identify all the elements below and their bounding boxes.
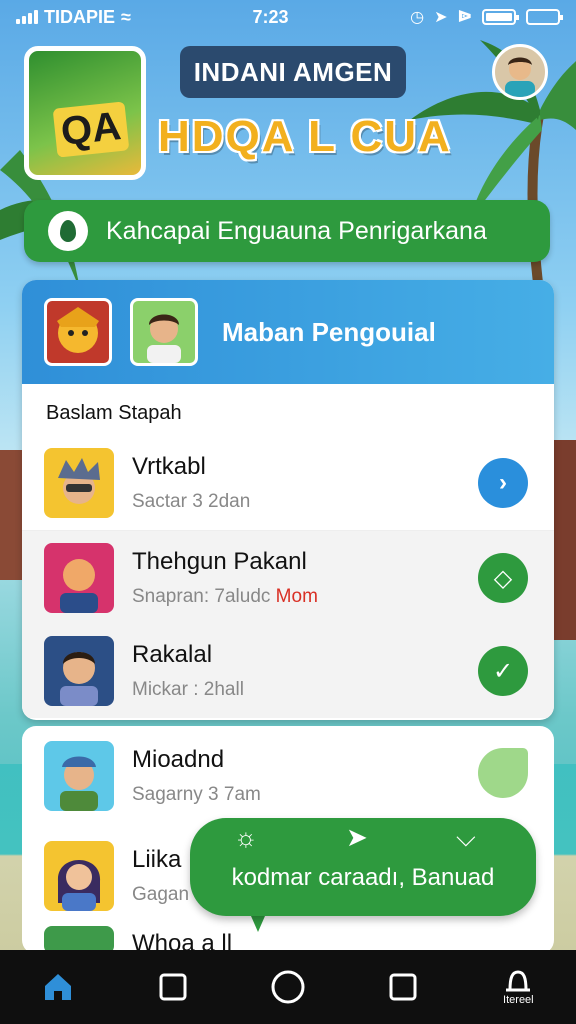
item-subtitle-text: Snapran: 7aludc [132,585,271,607]
home-icon [44,974,71,1000]
nav-square-right[interactable] [363,952,443,1022]
diamond-icon[interactable]: ◇ [478,553,528,603]
item-subtitle: Snapran: 7aludc Mom [132,586,318,608]
signal-icon [16,10,38,24]
avatar [44,636,114,706]
item-subtitle: Sactar 3 2dan [132,491,251,512]
item-subtitle-highlight: Mom [275,585,318,607]
check-icon[interactable]: ✓ [478,646,528,696]
avatar [44,448,114,518]
nav-home-circle[interactable] [248,952,328,1022]
item-subtitle: Sagarny 3 7am [132,784,261,805]
carrier-label: TIDAPIE [44,6,116,27]
item-name: Thehgun Pakanl [132,547,307,575]
action-bubble[interactable]: ☼ ➤ ⌵ kodmar caraadı, Banuad [190,818,536,916]
square-icon [389,973,417,1001]
profile-avatar[interactable] [492,44,548,100]
list-item[interactable]: Mioadnd Sagarny 3 7am [22,726,554,826]
item-subtitle: Gagan [132,884,190,905]
title-badge: INDANI AMGEN [180,46,406,98]
sun-icon[interactable]: ☼ [234,822,258,853]
location-icon: ➤ [434,9,448,26]
item-name: Mioadnd [132,746,225,773]
avatar [44,741,114,811]
building-right [552,440,576,640]
bluetooth-icon: ᐉ [457,9,472,26]
avatar [44,841,114,911]
profile-icon [506,970,531,992]
alarm-icon: ◷ [410,9,425,26]
battery-outline-icon [525,9,563,25]
leaf-icon[interactable] [478,748,528,798]
item-name: Vrtkabl [132,453,206,480]
bubble-text: kodmar caraadı, Banuad [231,864,495,891]
square-icon [159,973,187,1001]
nav-profile[interactable]: Itereel [478,952,558,1022]
banner-text: Kahcapai Enguauna Penrigarkana [106,216,487,245]
card-header: Maban Pengouial [22,280,554,384]
chevron-down-circle-icon[interactable]: ⌵ [456,822,476,854]
battery-icon [481,9,519,25]
wifi-icon: ≈ [121,6,131,27]
logo-text: QA [52,101,130,158]
contacts-card: Maban Pengouial Baslam Stapah Vrtkabl Sa… [22,280,554,720]
chevron-right-icon[interactable]: › [478,458,528,508]
list-item[interactable]: Vrtkabl Sactar 3 2dan › [22,436,554,530]
rocket-icon[interactable]: ➤ [346,822,368,853]
status-bar: TIDAPIE ≈ 7:23 ◷ ➤ ᐉ [0,0,576,34]
app-logo[interactable]: QA [24,46,146,180]
list-item[interactable]: Thehgun Pakanl Snapran: 7aludc Mom ◇ [22,530,554,624]
item-name: Rakalal [132,641,213,668]
card-title: Maban Pengouial [222,316,436,347]
nav-home[interactable] [18,952,98,1022]
page-title: HDQA L CUA [158,112,452,161]
circle-icon [271,970,305,1004]
nav-square-left[interactable] [133,952,213,1022]
item-subtitle: Mickar : 2hall [132,679,244,700]
clock: 7:23 [252,6,289,27]
avatar-boy[interactable] [130,298,198,366]
list-item[interactable]: Rakalal Mickar : 2hall ✓ [22,624,554,718]
announcement-banner[interactable]: Kahcapai Enguauna Penrigarkana [24,200,550,262]
leaf-icon [48,211,88,251]
nav-profile-label: Itereel [503,994,534,1006]
bottom-nav: Itereel [0,950,576,1024]
item-name: Liika [132,846,182,873]
avatar-cartoon-orange[interactable] [44,298,112,366]
avatar [44,542,114,613]
section-label: Baslam Stapah [46,402,182,424]
